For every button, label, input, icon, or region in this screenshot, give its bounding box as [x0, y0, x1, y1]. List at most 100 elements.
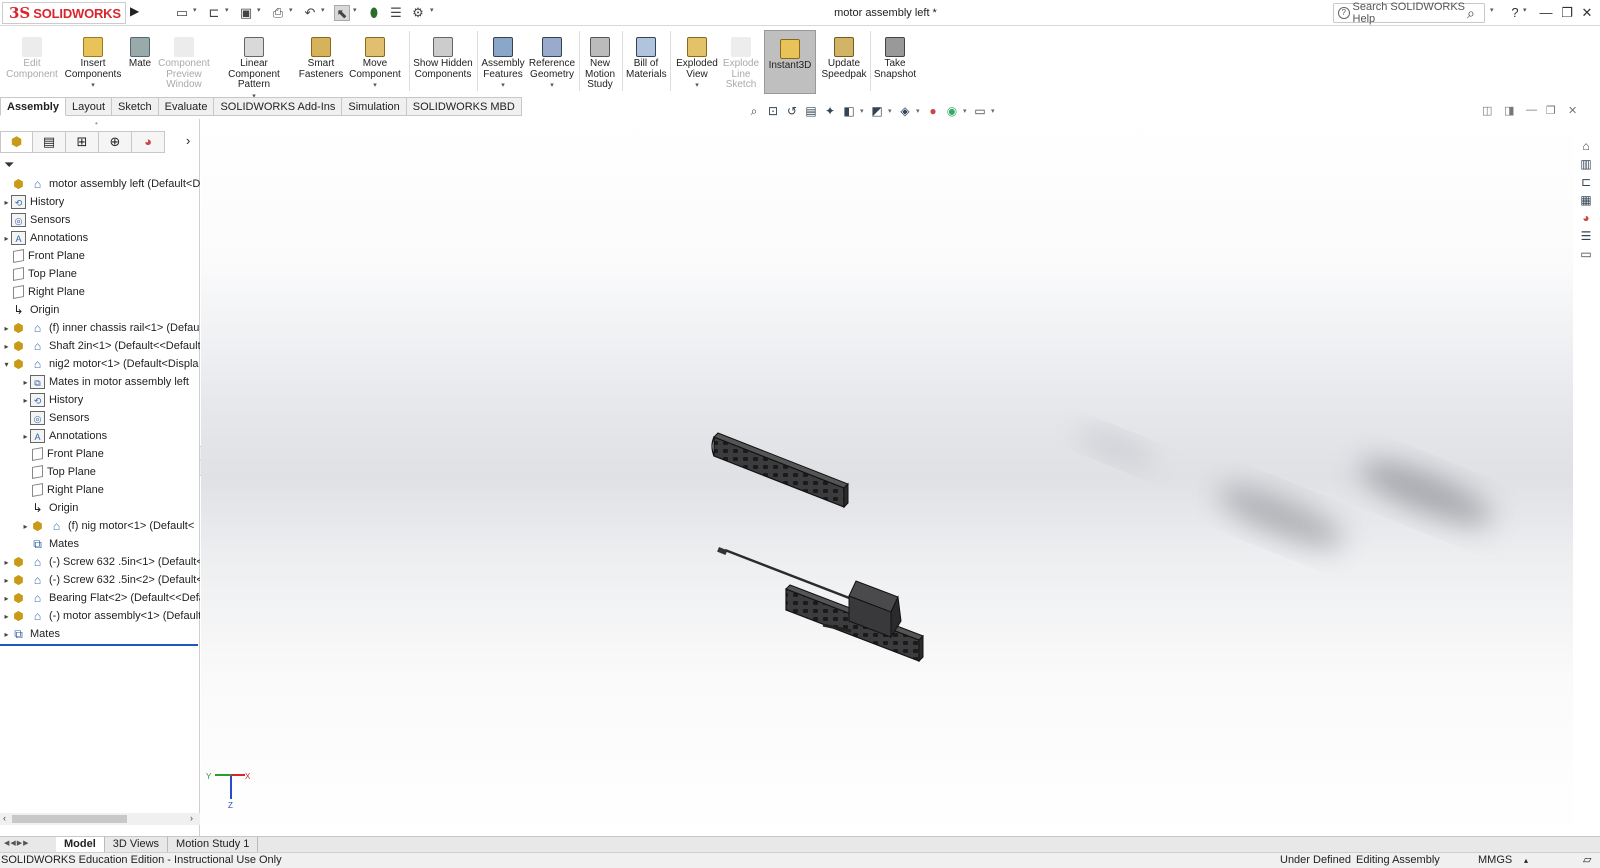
tab-solidworks-add-ins[interactable]: SOLIDWORKS Add-Ins — [214, 97, 343, 116]
new-motion-study-button[interactable]: New Motion Study — [582, 29, 618, 93]
status-info-icon[interactable]: ▱ — [1583, 853, 1591, 868]
tree-item[interactable]: Right Plane — [0, 283, 200, 301]
viewport-tile-icon[interactable]: ◫ — [1482, 104, 1492, 117]
tree-item[interactable]: Front Plane — [0, 445, 200, 463]
show-hidden-components-button[interactable]: Show Hidden Components — [412, 29, 474, 93]
mate-button[interactable]: Mate — [126, 29, 154, 93]
display-manager-tab-icon[interactable]: ◕ — [132, 131, 165, 153]
tree-item[interactable]: Front Plane — [0, 247, 200, 265]
expand-arrow-icon[interactable]: ▸ — [2, 342, 11, 351]
tree-item[interactable]: Top Plane — [0, 463, 200, 481]
hide-show-dropdown-icon[interactable]: ▾ — [916, 107, 922, 115]
file-explorer-icon[interactable]: ⊏ — [1577, 174, 1595, 190]
search-icon[interactable]: ⌕ — [1467, 5, 1475, 22]
tree-item[interactable]: ◎ Sensors — [0, 409, 200, 427]
edit-appearance-icon[interactable]: ● — [925, 103, 941, 119]
tab-layout[interactable]: Layout — [65, 97, 113, 116]
tree-item[interactable]: ▾ ⬢ ⌂ nig2 motor<1> (Default<Displa — [0, 355, 200, 373]
tree-item[interactable]: ▸ ⧉ Mates — [0, 625, 200, 643]
tree-item[interactable]: ↳ Origin — [0, 301, 200, 319]
tab-model[interactable]: Model — [56, 837, 105, 852]
tree-item[interactable]: ⧉ Mates — [0, 535, 200, 553]
restore-icon[interactable]: ❐ — [1558, 5, 1576, 21]
select-dropdown-icon[interactable]: ▾ — [353, 6, 357, 14]
expand-arrow-icon[interactable]: ▸ — [21, 432, 30, 441]
new-document-icon[interactable]: ▭ — [174, 5, 190, 21]
scroll-left-icon[interactable]: ‹ — [3, 813, 6, 823]
update-speedpak-button[interactable]: Update Speedpak — [820, 29, 868, 93]
previous-view-icon[interactable]: ↺ — [784, 103, 800, 119]
insert-components-button[interactable]: Insert Components ▾ — [62, 29, 124, 93]
expand-arrow-icon[interactable]: ▸ — [21, 396, 30, 405]
panel-expand-arrow-icon[interactable]: › — [186, 133, 190, 148]
file-properties-icon[interactable]: ☰ — [388, 5, 404, 21]
apply-scene-dropdown-icon[interactable]: ▾ — [963, 107, 969, 115]
move-component-dropdown-icon[interactable]: ▾ — [346, 81, 404, 92]
tab-3d-views[interactable]: 3D Views — [105, 837, 169, 852]
collapse-arrow-icon[interactable]: ▾ — [2, 360, 11, 369]
search-dropdown-icon[interactable]: ▾ — [1490, 6, 1494, 14]
expand-arrow-icon[interactable]: ▸ — [2, 324, 11, 333]
chassis-rail-part[interactable] — [711, 432, 849, 509]
reference-geometry-button[interactable]: Reference Geometry ▾ — [528, 29, 576, 93]
save-dropdown-icon[interactable]: ▾ — [257, 6, 261, 14]
home-icon[interactable]: ⌂ — [1577, 138, 1595, 154]
expand-arrow-icon[interactable]: ▸ — [2, 612, 11, 621]
expand-arrow-icon[interactable]: ▸ — [2, 558, 11, 567]
section-view-icon[interactable]: ▤ — [803, 103, 819, 119]
linear-component-pattern-button[interactable]: Linear Component Pattern ▾ — [214, 29, 294, 100]
view-orientation-icon[interactable]: ◧ — [841, 103, 857, 119]
scrollbar-thumb[interactable] — [12, 815, 127, 823]
smart-fasteners-button[interactable]: Smart Fasteners — [298, 29, 344, 93]
reference-geometry-dropdown-icon[interactable]: ▾ — [528, 81, 576, 92]
units-arrow-icon[interactable]: ▴ — [1524, 853, 1528, 868]
filter-funnel-icon[interactable]: ⏷ — [4, 157, 14, 173]
insert-components-dropdown-icon[interactable]: ▾ — [62, 81, 124, 92]
take-snapshot-button[interactable]: Take Snapshot — [872, 29, 918, 93]
expand-arrow-icon[interactable]: ▸ — [2, 630, 11, 639]
tree-item[interactable]: ▸ ⬢ ⌂ (-) motor assembly<1> (Default — [0, 607, 200, 625]
assembly-features-button[interactable]: Assembly Features ▾ — [480, 29, 526, 93]
move-component-button[interactable]: Move Component ▾ — [346, 29, 404, 93]
tab-assembly[interactable]: Assembly — [0, 97, 66, 116]
tree-item[interactable]: ⬢ ⌂ motor assembly left (Default<Displ — [0, 175, 200, 193]
motor-assembly-part[interactable] — [717, 547, 924, 663]
component-preview-window-button[interactable]: Component Preview Window — [156, 29, 212, 93]
tab-evaluate[interactable]: Evaluate — [158, 97, 215, 116]
tree-item[interactable]: Right Plane — [0, 481, 200, 499]
open-dropdown-icon[interactable]: ▾ — [225, 6, 229, 14]
viewport-split-icon[interactable]: ◨ — [1504, 104, 1514, 117]
close-icon[interactable]: ✕ — [1578, 5, 1596, 21]
print-dropdown-icon[interactable]: ▾ — [289, 6, 293, 14]
undo-icon[interactable]: ↶ — [302, 5, 318, 21]
tree-item[interactable]: ▸ ⬢ ⌂ Shaft 2in<1> (Default<<Default — [0, 337, 200, 355]
dimxpert-manager-tab-icon[interactable]: ⊕ — [99, 131, 132, 153]
dynamic-annotation-icon[interactable]: ✦ — [822, 103, 838, 119]
viewport-close-icon[interactable]: ✕ — [1568, 104, 1577, 117]
tree-item[interactable]: ↳ Origin — [0, 499, 200, 517]
assembly-features-dropdown-icon[interactable]: ▾ — [480, 81, 526, 92]
viewport-restore-icon[interactable]: ❐ — [1546, 104, 1556, 117]
exploded-view-dropdown-icon[interactable]: ▾ — [674, 81, 720, 92]
tab-simulation[interactable]: Simulation — [342, 97, 407, 116]
minimize-icon[interactable]: — — [1537, 5, 1555, 20]
expand-arrow-icon[interactable]: ▸ — [21, 378, 30, 387]
graphics-area[interactable]: Y X Z — [201, 119, 1573, 836]
options-gear-icon[interactable]: ⚙ — [410, 5, 426, 21]
tree-item[interactable]: ▸ A Annotations — [0, 427, 200, 445]
edit-component-button[interactable]: Edit Component — [4, 29, 60, 93]
tab-solidworks-mbd[interactable]: SOLIDWORKS MBD — [406, 97, 522, 116]
tree-item[interactable]: ▸ ⟲ History — [0, 391, 200, 409]
view-settings-dropdown-icon[interactable]: ▾ — [991, 107, 997, 115]
feature-manager-tab-icon[interactable]: ⬢ — [0, 131, 33, 153]
display-style-dropdown-icon[interactable]: ▾ — [888, 107, 894, 115]
zoom-to-area-icon[interactable]: ⊡ — [765, 103, 781, 119]
expand-arrow-icon[interactable]: ▸ — [2, 198, 11, 207]
hide-show-items-icon[interactable]: ◈ — [897, 103, 913, 119]
rebuild-icon[interactable]: ⬮ — [366, 5, 382, 21]
expand-arrow-icon[interactable]: ▸ — [21, 522, 30, 531]
configuration-manager-tab-icon[interactable]: ⊞ — [66, 131, 99, 153]
view-palette-icon[interactable]: ▦ — [1577, 192, 1595, 208]
expand-arrow-icon[interactable]: ▸ — [2, 594, 11, 603]
solidworks-logo[interactable]: 3S SOLIDWORKS — [2, 2, 126, 24]
